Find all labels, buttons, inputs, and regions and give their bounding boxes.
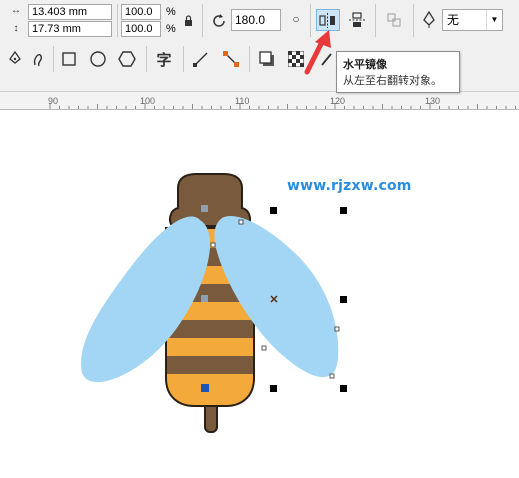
ruler-label: 90: [48, 96, 59, 106]
tooltip-title: 水平镜像: [343, 59, 387, 71]
tooltip: 水平镜像 从左至右翻转对象。: [336, 51, 460, 93]
selection-handle[interactable]: [340, 296, 347, 303]
text-tool-icon[interactable]: 字: [153, 48, 175, 70]
separator: [249, 46, 250, 72]
outline-pen-icon[interactable]: [418, 9, 440, 31]
path-node[interactable]: [210, 242, 216, 248]
rectangle-tool-icon[interactable]: [58, 48, 80, 70]
line-tool-icon[interactable]: [190, 48, 212, 70]
ruler-ticks: [49, 103, 516, 109]
separator: [53, 46, 54, 72]
rotation-field[interactable]: 180.0: [231, 9, 281, 31]
separator: [413, 4, 414, 37]
separator: [202, 4, 203, 37]
width-icon: ↔: [11, 4, 21, 16]
pen-tool-icon[interactable]: [4, 48, 26, 70]
ruler-label: 130: [425, 96, 441, 106]
path-node[interactable]: [238, 219, 244, 225]
polygon-tool-icon[interactable]: [116, 48, 138, 70]
red-arrow-icon: [304, 30, 331, 75]
scale-x-field[interactable]: 100.0: [121, 4, 161, 20]
path-node[interactable]: [334, 326, 340, 332]
ruler-label: 120: [330, 96, 346, 106]
ruler-label: 110: [235, 96, 250, 106]
mirror-horizontal-icon: [319, 13, 335, 28]
height-field[interactable]: 17.73 mm: [28, 21, 112, 37]
width-field[interactable]: 13.403 mm: [28, 4, 112, 20]
path-node[interactable]: [329, 373, 335, 379]
selection-handle[interactable]: [270, 385, 277, 392]
percent-x-label: %: [166, 6, 176, 18]
node-marker[interactable]: [201, 295, 208, 302]
height-icon: ↕: [13, 22, 19, 34]
separator: [146, 46, 147, 72]
percent-y-label: %: [166, 23, 176, 35]
ellipse-tool-icon[interactable]: [87, 48, 109, 70]
separator: [183, 46, 184, 72]
mirror-vertical-icon[interactable]: [346, 9, 368, 31]
freehand-tool-icon[interactable]: [28, 48, 50, 70]
align-icon[interactable]: [383, 9, 405, 31]
outline-width-value: 无: [447, 13, 460, 27]
canvas-drawing[interactable]: [0, 108, 519, 478]
path-node[interactable]: [261, 345, 267, 351]
connector-tool-icon[interactable]: [220, 48, 242, 70]
selection-handle[interactable]: [340, 207, 347, 214]
scale-y-field[interactable]: 100.0: [121, 21, 161, 37]
drop-shadow-tool-icon[interactable]: [256, 48, 278, 70]
rotate-icon: [208, 10, 230, 32]
property-bar: ↔ ↕ 13.403 mm 17.73 mm 100.0 100.0 % % 1…: [0, 0, 519, 42]
separator: [117, 4, 118, 37]
outline-width-select[interactable]: 无 ▼: [442, 9, 503, 31]
selection-handle[interactable]: [270, 207, 277, 214]
watermark-text: www.rjzxw.com: [287, 178, 412, 194]
degree-icon: ○: [292, 12, 300, 26]
node-marker-selected[interactable]: [201, 384, 209, 392]
bee-stripe: [167, 356, 253, 374]
separator: [375, 4, 376, 37]
ruler-label: 100: [140, 96, 156, 106]
lock-ratio-icon[interactable]: [181, 12, 195, 28]
tooltip-description: 从左至右翻转对象。: [343, 75, 442, 87]
chevron-down-icon: ▼: [486, 10, 502, 30]
node-marker[interactable]: [201, 205, 208, 212]
selection-handle[interactable]: [340, 385, 347, 392]
